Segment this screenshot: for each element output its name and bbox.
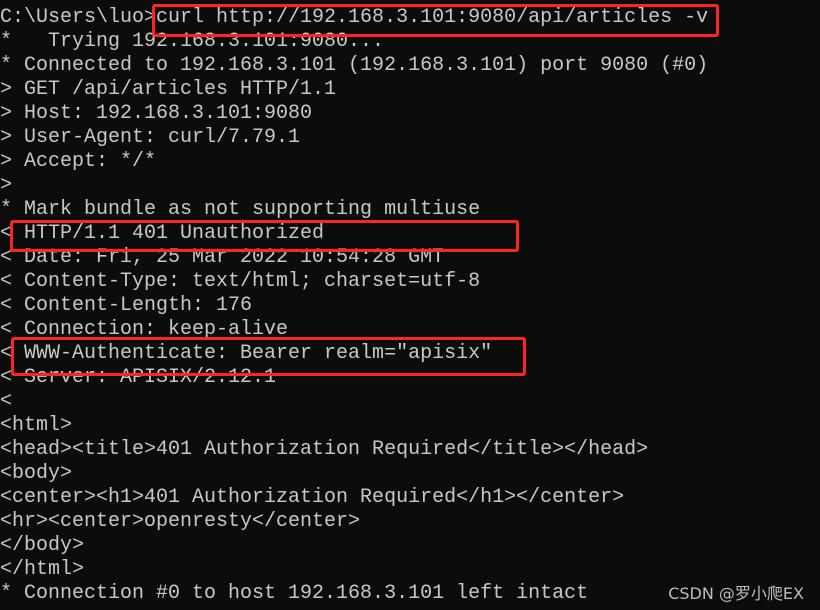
request-line: > GET /api/articles HTTP/1.1 (0, 78, 337, 101)
request-header: > Accept: */* (0, 150, 157, 173)
body-line: <hr><center>openresty</center> (0, 510, 361, 533)
body-line: </html> (0, 558, 85, 581)
watermark: CSDN @罗小爬EX (668, 584, 804, 603)
response-header: < Content-Type: text/html; charset=utf-8 (0, 270, 481, 293)
terminal-line: * Connected to 192.168.3.101 (192.168.3.… (0, 54, 709, 77)
terminal-line: > (0, 174, 13, 197)
highlight-box-auth-header (11, 337, 526, 376)
response-header: < Content-Length: 176 (0, 294, 253, 317)
body-line: <html> (0, 414, 73, 437)
terminal-line: < (0, 390, 13, 413)
body-line: </body> (0, 534, 85, 557)
request-header: > Host: 192.168.3.101:9080 (0, 102, 313, 125)
terminal-line: * Mark bundle as not supporting multiuse (0, 198, 481, 221)
body-line: <center><h1>401 Authorization Required</… (0, 486, 625, 509)
terminal-line: * Connection #0 to host 192.168.3.101 le… (0, 582, 589, 605)
highlight-box-status (10, 220, 519, 252)
request-header: > User-Agent: curl/7.79.1 (0, 126, 301, 149)
body-line: <body> (0, 462, 73, 485)
terminal-output: C:\Users\luo>curl http://192.168.3.101:9… (0, 6, 708, 606)
highlight-box-command (152, 4, 719, 37)
body-line: <head><title>401 Authorization Required<… (0, 438, 649, 461)
